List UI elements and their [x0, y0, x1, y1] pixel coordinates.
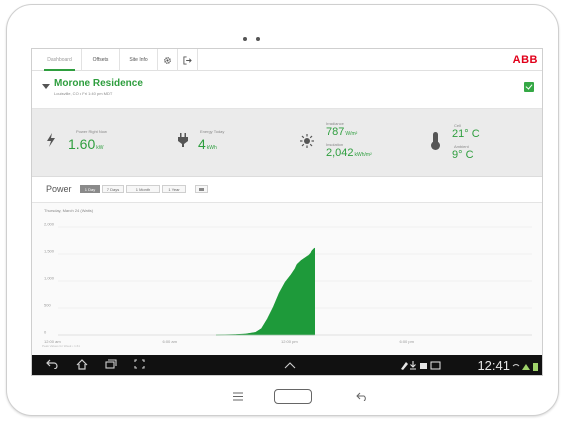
site-location-time: Louisville, CO • Fri 1:40 pm MDT: [54, 91, 113, 96]
plug-icon: [178, 133, 188, 150]
power-chart-svg: 05001,0001,5002,00012:00 am 6:00 am 12:00 …: [44, 222, 532, 344]
energy-today-unit: kWh: [206, 145, 217, 151]
screenshot-icon[interactable]: [134, 359, 145, 372]
irradiance-value: 787W/m²: [326, 126, 357, 138]
range-1-month-button[interactable]: 1 Month: [126, 185, 160, 193]
power-now-label: Power Right Now: [76, 129, 107, 134]
site-name: Morone Residence: [54, 78, 143, 89]
cell-temp-value: 21° C: [452, 128, 480, 140]
range-1-year-button[interactable]: 1 Year: [162, 185, 186, 193]
range-1-day-button[interactable]: 1 Day: [80, 185, 100, 193]
chevron-down-icon[interactable]: [42, 84, 50, 89]
sensor-dot: [256, 37, 260, 41]
power-range-bar: Power 1 Day 7 Days 1 Month 1 Year: [32, 177, 542, 203]
logout-icon: [183, 55, 192, 65]
y-tick-label: 1,000: [44, 276, 55, 281]
lightning-icon: [46, 133, 56, 150]
chevron-up-icon[interactable]: [284, 360, 296, 372]
range-1-day-label: 1 Day: [84, 186, 96, 192]
camera-dot: [243, 37, 247, 41]
signal-icons: [512, 361, 540, 373]
settings-button[interactable]: [158, 49, 178, 71]
tab-dashboard[interactable]: Dashboard: [38, 49, 82, 71]
irradiance-number: 787: [326, 126, 345, 138]
thermometer-icon: [431, 132, 440, 150]
power-chart: Thursday, March 24 (Watts) 0 500 1,000 1,50…: [32, 203, 542, 349]
y-tick-label: 500: [44, 303, 51, 308]
recent-apps-icon[interactable]: [105, 359, 117, 372]
wifi-battery-icon: [512, 363, 538, 371]
tab-offsets[interactable]: Offsets: [82, 49, 120, 71]
ambient-temp-value: 9° C: [452, 149, 474, 161]
tab-dashboard-label: Dashboard: [47, 57, 72, 63]
insolation-value: 2,042kWh/m²: [326, 147, 372, 159]
tab-offsets-label: Offsets: [92, 57, 109, 63]
x-tick-label: 6:00 am: [163, 339, 178, 344]
range-7-days-button[interactable]: 7 Days: [102, 185, 124, 193]
energy-today-number: 4: [198, 136, 206, 152]
site-status-check-icon[interactable]: [524, 82, 534, 92]
irradiance-unit: W/m²: [345, 131, 358, 137]
energy-today-label: Energy Today: [200, 129, 225, 134]
menu-icon[interactable]: [232, 392, 244, 403]
power-now-value: 1.60kW: [68, 136, 103, 152]
site-header[interactable]: Morone Residence Louisville, CO • Fri 1:…: [32, 71, 542, 109]
range-1-month-label: 1 Month: [135, 186, 151, 192]
tablet-screen: Dashboard Offsets Site Info ABB Morone R…: [31, 48, 543, 376]
energy-today-value: 4kWh: [198, 136, 217, 152]
power-area-series: [215, 247, 315, 336]
y-tick-label: 2,000: [44, 222, 55, 227]
tab-site-info[interactable]: Site Info: [120, 49, 158, 71]
insolation-number: 2,042: [326, 147, 354, 159]
status-icons: [400, 360, 444, 372]
gear-icon: [164, 56, 171, 64]
hardware-home-button[interactable]: [274, 389, 312, 404]
tab-site-info-label: Site Info: [129, 57, 148, 63]
app-tab-bar: Dashboard Offsets Site Info ABB: [32, 49, 542, 71]
range-1-year-label: 1 Year: [168, 186, 180, 192]
home-icon[interactable]: [76, 359, 88, 373]
back-icon[interactable]: [46, 359, 58, 372]
power-now-number: 1.60: [68, 136, 96, 152]
y-tick-label: 0: [44, 330, 47, 335]
abb-logo: ABB: [512, 54, 538, 66]
sun-icon: [300, 134, 314, 151]
android-nav-bar: 12:41: [32, 355, 542, 375]
logout-button[interactable]: [178, 49, 198, 71]
x-tick-label: 12:00 pm: [281, 339, 298, 344]
x-tick-label: 6:00 pm: [400, 339, 415, 344]
insolation-unit: kWh/m²: [354, 152, 372, 158]
stats-panel: Power Right Now 1.60kW Energy Today 4kWh…: [32, 109, 542, 177]
y-tick-label: 1,500: [44, 249, 55, 254]
calendar-icon[interactable]: [195, 185, 208, 193]
range-7-days-label: 7 Days: [106, 186, 120, 192]
peak-values-note: Peak Values for Week • 1.61: [42, 344, 80, 348]
power-now-unit: kW: [96, 145, 104, 151]
notification-icons: [401, 361, 441, 370]
hardware-back-icon[interactable]: [356, 392, 368, 403]
power-section-title: Power: [46, 184, 72, 194]
clock: 12:41: [477, 358, 510, 373]
